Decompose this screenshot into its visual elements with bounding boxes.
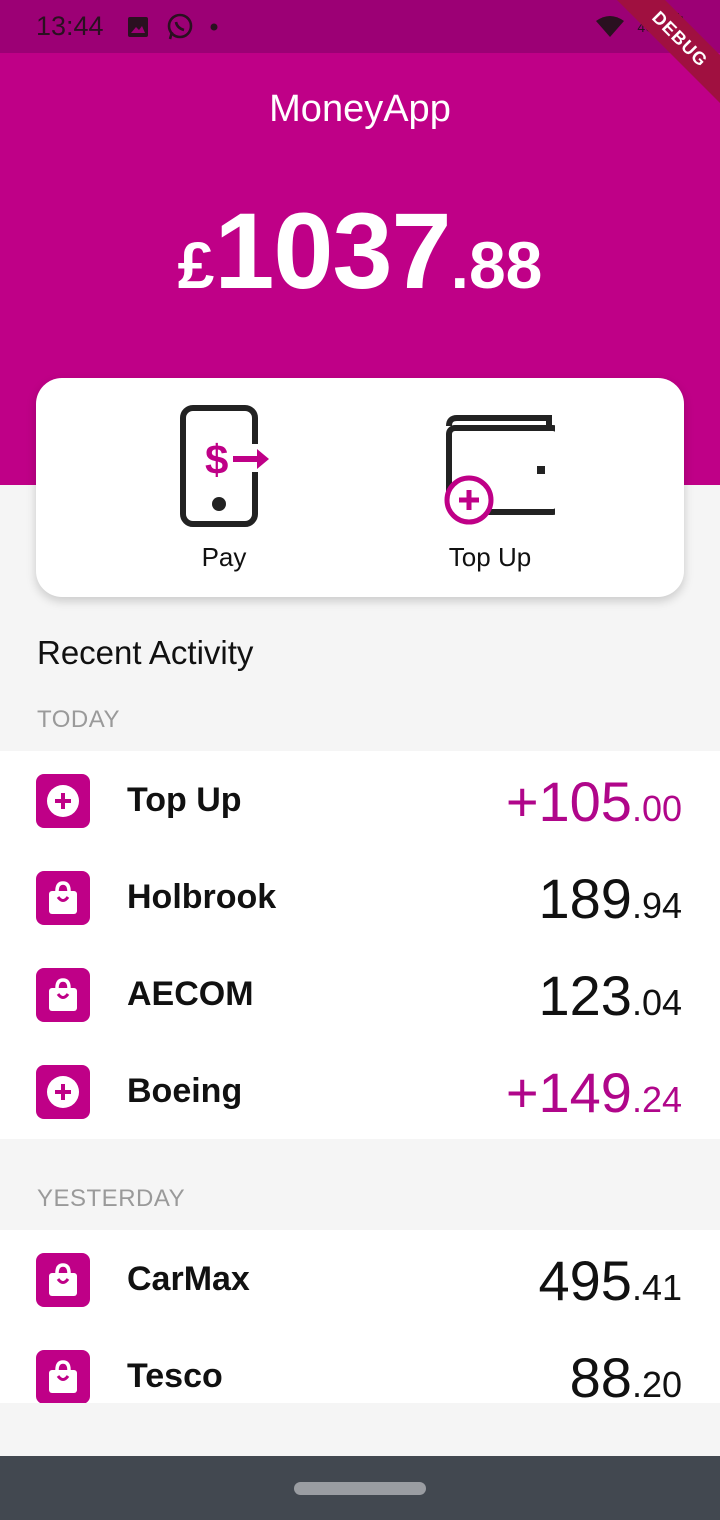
transaction-row[interactable]: CarMax 495.41 [0,1230,720,1327]
transaction-amount: 495.41 [538,1249,682,1312]
wallet-topup-icon [444,415,555,525]
shopping-bag-icon [36,1350,90,1403]
transaction-name: Holbrook [127,878,277,916]
status-bar: 13:44 4G [0,0,720,53]
transaction-name: Boeing [127,1072,243,1110]
shopping-bag-icon [36,1253,90,1307]
more-notifications-dot-icon [210,23,218,30]
transaction-name: CarMax [127,1260,250,1298]
transaction-list-yesterday: CarMax 495.41 Tesco 88.20 [0,1230,720,1403]
transaction-amount: 189.94 [538,867,682,930]
pay-button[interactable]: $ Pay [144,404,304,573]
transaction-amount: +149.24 [505,1061,682,1124]
whatsapp-icon [167,13,192,39]
transaction-amount: 88.20 [569,1346,682,1403]
transaction-name: AECOM [127,975,254,1013]
transaction-row[interactable]: AECOM 123.04 [0,945,720,1042]
plus-circle-icon [36,1065,90,1119]
app-title: MoneyApp [269,88,451,130]
topup-label: Top Up [448,542,532,572]
transaction-amount: 123.04 [538,964,682,1027]
image-notification-icon [127,16,148,37]
transaction-list-today: Top Up +105.00 Holbrook 189.94 AECOM 123… [0,751,720,1139]
action-card: $ Pay Top Up [36,378,684,597]
plus-circle-icon [36,774,90,828]
balance-major: 1037 [214,190,451,311]
group-label-yesterday: YESTERDAY [37,1185,186,1212]
balance-currency: £ [177,228,215,302]
status-time: 13:44 [36,11,104,41]
app-screen: 13:44 4G MoneyApp £ 1037 .88 DEBUG [0,0,720,1520]
recent-activity-title: Recent Activity [37,634,254,671]
transaction-row[interactable]: Holbrook 189.94 [0,848,720,945]
shopping-bag-icon [36,968,90,1022]
transaction-row[interactable]: Top Up +105.00 [0,751,720,848]
transaction-name: Top Up [127,781,242,819]
wifi-icon [596,15,625,37]
balance-minor: .88 [450,228,543,302]
group-label-today: TODAY [37,706,120,733]
transaction-amount: +105.00 [505,770,682,833]
transaction-row[interactable]: Tesco 88.20 [0,1327,720,1403]
balance-amount: £ 1037 .88 [0,188,720,313]
topup-button[interactable]: Top Up [410,404,570,573]
transaction-name: Tesco [127,1357,223,1395]
pay-label: Pay [201,542,247,572]
system-nav-bar [0,1456,720,1520]
shopping-bag-icon [36,871,90,925]
svg-text:$: $ [205,436,228,483]
home-gesture-handle[interactable] [294,1482,426,1495]
transaction-row[interactable]: Boeing +149.24 [0,1042,720,1139]
pay-phone-icon: $ [180,405,269,527]
